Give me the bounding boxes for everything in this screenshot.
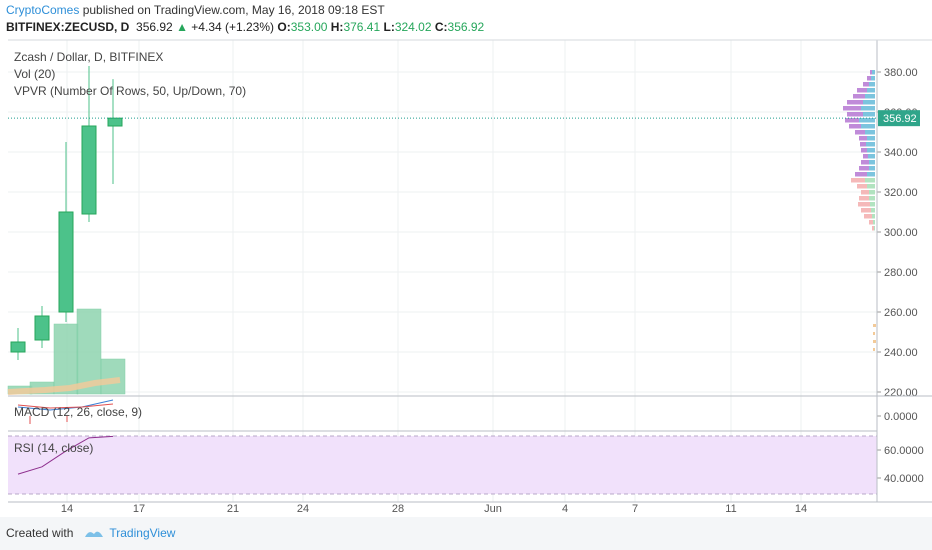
vpvr-bar-down [861, 190, 869, 195]
vpvr-bar-down [861, 148, 867, 153]
vpvr-bar-small [873, 348, 875, 351]
vpvr-bar-up [869, 196, 875, 201]
candle-body [81, 125, 97, 215]
x-tick-label: 24 [297, 503, 309, 515]
vpvr-bar-down [864, 214, 872, 219]
macd-indicator-label: MACD (12, 26, close, 9) [14, 405, 143, 419]
volume-bar [100, 358, 126, 395]
vpvr-bar-up [869, 160, 875, 165]
tradingview-logo-icon [85, 531, 104, 537]
vpvr-bar-up [872, 70, 875, 75]
candle-body [58, 211, 74, 313]
vpvr-bar-up [870, 202, 875, 207]
vpvr-bar-down [857, 88, 867, 93]
vpvr-bar-up [874, 226, 875, 231]
vpvr-bar-down [847, 112, 863, 117]
x-tick-label: Jun [484, 503, 502, 515]
vpvr-bar-down [867, 76, 871, 81]
x-tick-label: 21 [227, 503, 239, 515]
vpvr-bar-down [843, 106, 861, 111]
vpvr-bar-up [867, 88, 875, 93]
vpvr-bar-down [845, 118, 859, 123]
vpvr-bar-down [861, 160, 869, 165]
vpvr-bar-up [869, 190, 875, 195]
price-tick-label: 260.00 [884, 307, 918, 319]
vpvr-bar-down [863, 154, 868, 159]
macd-tick-label: 0.0000 [884, 411, 918, 423]
vpvr-bar-up [863, 112, 875, 117]
tradingview-link[interactable]: TradingView [109, 526, 175, 540]
vpvr-bar-up [871, 208, 875, 213]
vpvr-bar-small [873, 332, 875, 335]
vpvr-bar-down [855, 130, 865, 135]
price-tick-label: 220.00 [884, 387, 918, 399]
current-price-label: 356.92 [883, 113, 917, 125]
x-tick-label: 11 [725, 503, 736, 515]
vpvr-bar-down [853, 94, 865, 99]
price-tick-label: 380.00 [884, 67, 918, 79]
vpvr-bar-up [867, 148, 875, 153]
vpvr-bar-down [851, 178, 865, 183]
chart-canvas[interactable]: 1417212428Jun471114380.00360.00340.00320… [0, 0, 932, 550]
candle-body [10, 341, 26, 353]
vpvr-bar-down [847, 100, 863, 105]
candle-body [107, 117, 123, 127]
footer: Created with TradingView [6, 526, 175, 540]
vpvr-bar-down [859, 196, 869, 201]
vpvr-bar-up [865, 178, 875, 183]
vpvr-bar-up [865, 94, 875, 99]
vpvr-bar-up [866, 142, 875, 147]
vpvr-bar-up [861, 124, 875, 129]
vpvr-bar-down [855, 172, 867, 177]
price-tick-label: 280.00 [884, 267, 918, 279]
volume-bar [53, 323, 79, 395]
price-tick-label: 340.00 [884, 147, 918, 159]
vpvr-bar-down [861, 208, 871, 213]
vpvr-bar-up [868, 154, 875, 159]
x-tick-label: 14 [61, 503, 73, 515]
vpvr-bar-down [859, 166, 869, 171]
vpvr-bar-down [869, 220, 873, 225]
x-tick-label: 7 [632, 503, 638, 515]
vpvr-bar-up [867, 136, 875, 141]
vpvr-bar-up [867, 172, 875, 177]
vpvr-bar-up [869, 166, 875, 171]
vpvr-bar-up [861, 106, 875, 111]
vpvr-bar-up [869, 82, 875, 87]
x-tick-label: 17 [133, 503, 145, 515]
vpvr-bar-up [872, 214, 875, 219]
created-with-text: Created with [6, 526, 74, 540]
vpvr-bar-down [870, 70, 872, 75]
rsi-tick-label: 60.0000 [884, 445, 924, 457]
price-tick-label: 240.00 [884, 347, 918, 359]
rsi-band [8, 436, 877, 494]
rsi-tick-label: 40.0000 [884, 473, 924, 485]
vpvr-bar-down [849, 124, 861, 129]
x-tick-label: 14 [795, 503, 807, 515]
vpvr-bar-small [873, 324, 876, 327]
price-tick-label: 300.00 [884, 227, 918, 239]
vpvr-bar-up [873, 220, 875, 225]
vpvr-bar-up [863, 100, 875, 105]
x-tick-label: 4 [562, 503, 568, 515]
rsi-indicator-label: RSI (14, close) [14, 441, 94, 455]
volume-indicator-label: Vol (20) [14, 67, 56, 81]
vpvr-bar-down [859, 136, 867, 141]
x-tick-label: 28 [392, 503, 404, 515]
candle-body [34, 315, 50, 341]
vpvr-bar-down [860, 142, 866, 147]
vpvr-bar-up [867, 184, 875, 189]
main-pane-title: Zcash / Dollar, D, BITFINEX [14, 50, 164, 64]
vpvr-bar-up [859, 118, 875, 123]
vpvr-bar-down [872, 226, 874, 231]
vpvr-indicator-label: VPVR (Number Of Rows, 50, Up/Down, 70) [14, 84, 247, 98]
vpvr-bar-small [873, 340, 876, 343]
vpvr-bar-down [863, 82, 869, 87]
vpvr-bar-up [871, 76, 875, 81]
vpvr-bar-up [865, 130, 875, 135]
vpvr-bar-down [858, 202, 870, 207]
price-tick-label: 320.00 [884, 187, 918, 199]
vpvr-bar-down [857, 184, 867, 189]
